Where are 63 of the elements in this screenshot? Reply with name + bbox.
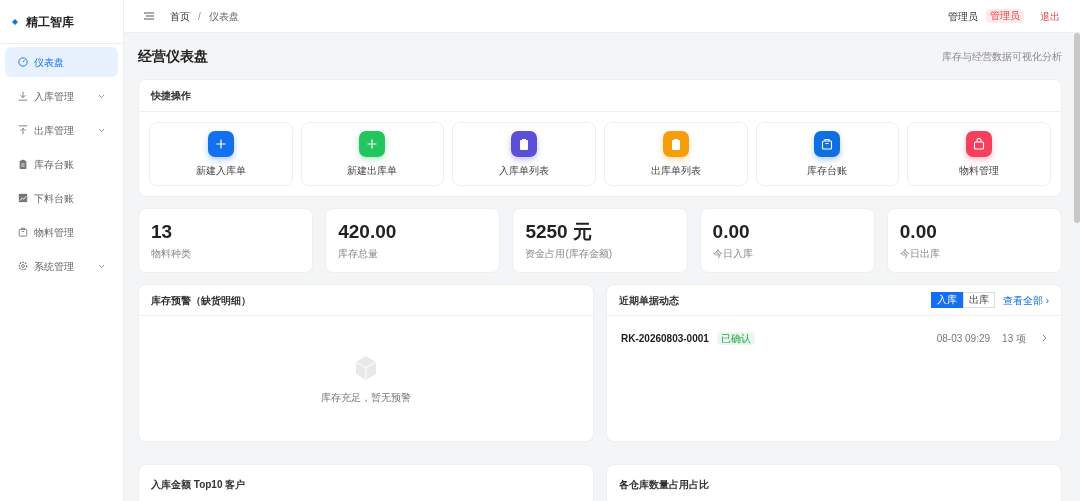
- brand-name: 精工智库: [26, 13, 74, 31]
- download-icon: [18, 91, 28, 101]
- quick-action-button[interactable]: 出库单列表: [604, 122, 748, 186]
- quick-action-button[interactable]: 入库单列表: [452, 122, 596, 186]
- stat-label: 物料种类: [151, 247, 192, 261]
- document-row[interactable]: RK-20260803-0001 已确认 08-03 09:29 13 项: [607, 316, 1061, 360]
- stat-label: 资金占用(库存金额): [525, 247, 614, 261]
- document-code: RK-20260803-0001: [621, 331, 709, 346]
- page-title: 经营仪表盘: [138, 46, 208, 66]
- sidebar-item[interactable]: 系统管理: [5, 251, 118, 281]
- card-title: 各仓库数量占用占比: [619, 477, 709, 492]
- gauge-icon: [18, 57, 28, 67]
- stat-value: 0.00: [712, 220, 751, 244]
- role-tag: 管理员: [986, 9, 1024, 23]
- card-title: 库存预警（缺货明细）: [139, 285, 593, 316]
- shopping-bag-icon: [973, 137, 986, 150]
- breadcrumb-link[interactable]: 仪表盘: [208, 8, 239, 24]
- card-title: 快捷操作: [139, 80, 1061, 112]
- quick-action-button[interactable]: 新建出库单: [300, 122, 445, 186]
- sidebar-item[interactable]: 物料管理: [5, 217, 118, 247]
- clipboard-icon: [669, 137, 682, 150]
- clipboard-icon: [18, 159, 28, 169]
- chart-icon: [18, 193, 28, 203]
- stat-label: 库存总量: [338, 247, 380, 261]
- status-tag: 已确认: [716, 331, 755, 345]
- stat-label: 今日出库: [899, 247, 941, 261]
- settings-icon: [18, 261, 28, 271]
- chevron-right-icon: [1042, 334, 1047, 342]
- card-title: 近期单据动态: [619, 293, 679, 308]
- plus-icon: [366, 137, 379, 150]
- plus-icon: [214, 137, 227, 150]
- sidebar-item[interactable]: 入库管理: [5, 81, 118, 111]
- stat-value: 420.00: [338, 220, 398, 244]
- breadcrumb-separator: /: [198, 9, 201, 24]
- stat-value: 5250 元: [525, 220, 593, 244]
- stat-value: 13: [151, 220, 174, 244]
- package-icon: [18, 227, 28, 237]
- upload-icon: [18, 125, 28, 135]
- quick-action-button[interactable]: 新建入库单: [149, 122, 293, 186]
- logout-link[interactable]: 退出: [1040, 8, 1060, 24]
- page-subtitle: 库存与经营数据可视化分析: [942, 49, 1062, 64]
- sidebar-item[interactable]: 出库管理: [5, 115, 118, 145]
- stat-label: 今日入库: [712, 247, 754, 261]
- sidebar-item[interactable]: 下料台账: [5, 183, 118, 213]
- document-time: 08-03 09:29: [936, 331, 991, 346]
- stat-value: 0.00: [899, 220, 938, 244]
- package-icon: [821, 137, 834, 150]
- scrollbar[interactable]: [1074, 33, 1080, 223]
- sidebar-item[interactable]: 仪表盘: [5, 47, 118, 77]
- filter-tab[interactable]: 入库: [930, 292, 963, 308]
- menu-icon[interactable]: [144, 12, 154, 20]
- clipboard-icon: [518, 137, 531, 150]
- empty-message: 库存充足，暂无预警: [321, 391, 411, 405]
- quick-action-button[interactable]: 库存台账: [755, 122, 900, 186]
- diamond-icon: [12, 18, 18, 25]
- quick-action-button[interactable]: 物料管理: [907, 122, 1051, 186]
- user-name: 管理员: [948, 9, 978, 24]
- sidebar-item[interactable]: 库存台账: [5, 149, 118, 179]
- breadcrumb-link[interactable]: 首页: [170, 8, 190, 24]
- item-count: 13 项: [1002, 331, 1026, 346]
- filter-tab[interactable]: 出库: [962, 292, 995, 308]
- card-title: 入库金额 Top10 客户: [151, 477, 246, 492]
- view-all-link[interactable]: 查看全部 ›: [1002, 292, 1049, 308]
